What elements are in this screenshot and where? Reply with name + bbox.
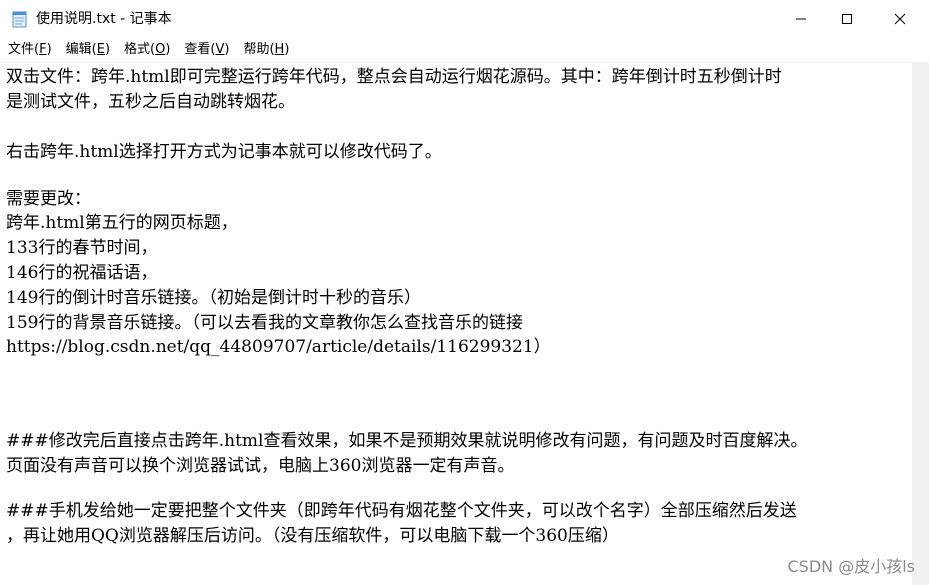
close-button[interactable] — [877, 0, 923, 38]
maximize-button[interactable] — [824, 0, 870, 38]
menu-format[interactable]: 格式(O) — [117, 39, 177, 61]
minimize-button[interactable] — [778, 0, 824, 38]
menu-help-suffix: ) — [284, 42, 290, 57]
document-text[interactable]: 双击文件：跨年.html即可完整运行跨年代码，整点会自动运行烟花源码。其中：跨年… — [6, 65, 918, 585]
menu-format-mnemonic: O — [155, 42, 166, 57]
menu-edit-mnemonic: E — [96, 42, 105, 57]
text-line: 149行的倒计时音乐链接。（初始是倒计时十秒的音乐） — [6, 288, 421, 308]
menu-format-label: 格式( — [124, 42, 156, 57]
text-line: ，再让她用QQ浏览器解压后访问。（没有压缩软件，可以电脑下载一个360压缩） — [6, 526, 619, 546]
text-line: 右击跨年.html选择打开方式为记事本就可以修改代码了。 — [6, 142, 442, 162]
menu-view-label: 查看( — [184, 42, 216, 57]
menu-view[interactable]: 查看(V) — [177, 39, 236, 61]
menu-edit[interactable]: 编辑(E) — [59, 39, 117, 61]
menu-help-mnemonic: H — [274, 42, 285, 57]
menu-edit-label: 编辑( — [65, 42, 97, 57]
notepad-window: 使用说明.txt - 记事本 文件(F) 编辑(E) 格式(O) 查看(V) 帮… — [0, 0, 929, 585]
text-line: 跨年.html第五行的网页标题， — [6, 213, 238, 233]
text-line: ###手机发给她一定要把整个文件夹（即跨年代码有烟花整个文件夹，可以改个名字）全… — [6, 501, 797, 521]
title-bar[interactable]: 使用说明.txt - 记事本 — [0, 0, 929, 38]
text-line: 是测试文件，五秒之后自动跳转烟花。 — [6, 92, 295, 112]
text-line: 159行的背景音乐链接。（可以去看我的文章教你怎么查找音乐的链接 — [6, 313, 523, 333]
menu-format-suffix: ) — [165, 42, 171, 57]
text-line: https://blog.csdn.net/qq_44809707/articl… — [6, 337, 551, 357]
watermark: CSDN @皮小孩ls — [787, 557, 916, 576]
minimize-icon — [795, 10, 807, 29]
text-line: 需要更改： — [6, 189, 91, 209]
menu-view-suffix: ) — [224, 42, 230, 57]
menu-file[interactable]: 文件(F) — [1, 39, 59, 61]
menu-bar: 文件(F) 编辑(E) 格式(O) 查看(V) 帮助(H) — [0, 38, 929, 62]
menu-help-label: 帮助( — [243, 42, 275, 57]
vertical-scrollbar[interactable] — [912, 62, 929, 585]
window-title: 使用说明.txt - 记事本 — [36, 11, 172, 27]
text-line: 146行的祝福话语， — [6, 263, 158, 283]
text-editor[interactable]: 双击文件：跨年.html即可完整运行跨年代码，整点会自动运行烟花源码。其中：跨年… — [0, 62, 929, 585]
menu-file-suffix: ) — [46, 42, 52, 57]
menu-file-label: 文件( — [8, 42, 40, 57]
text-line: ###修改完后直接点击跨年.html查看效果，如果不是预期效果就说明修改有问题，… — [6, 431, 808, 451]
text-line: 133行的春节时间， — [6, 238, 158, 258]
menu-edit-suffix: ) — [104, 42, 111, 57]
close-icon — [894, 10, 906, 29]
notepad-icon — [11, 10, 28, 28]
maximize-icon — [841, 10, 853, 29]
menu-help[interactable]: 帮助(H) — [236, 39, 296, 61]
text-line: 页面没有声音可以换个浏览器试试，电脑上360浏览器一定有声音。 — [6, 456, 515, 476]
menu-file-mnemonic: F — [39, 42, 47, 57]
text-line: 双击文件：跨年.html即可完整运行跨年代码，整点会自动运行烟花源码。其中：跨年… — [6, 67, 782, 87]
